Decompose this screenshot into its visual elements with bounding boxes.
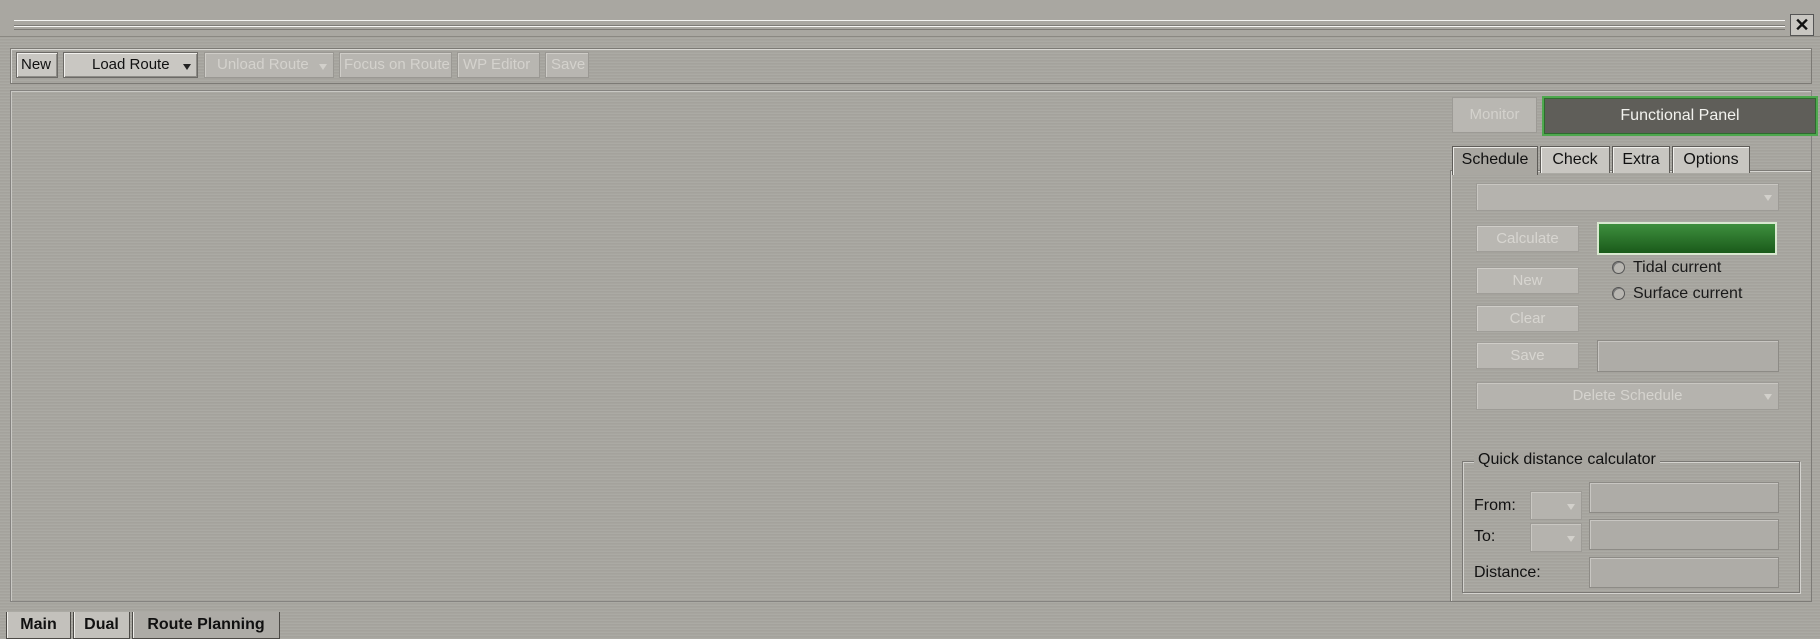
chevron-down-icon <box>319 64 327 70</box>
radio-icon <box>1612 261 1625 275</box>
drag-grip-lower <box>14 26 1785 30</box>
focus-on-route-button[interactable]: Focus on Route <box>339 52 452 78</box>
title-bar[interactable]: ✕ <box>0 0 1820 37</box>
from-label: From: <box>1474 497 1516 514</box>
route-toolbar: New Load Route Unload Route Focus on Rou… <box>10 48 1812 84</box>
new-schedule-button[interactable]: New <box>1476 267 1579 294</box>
from-waypoint-select[interactable] <box>1530 491 1582 520</box>
tab-schedule[interactable]: Schedule <box>1452 146 1538 175</box>
tab-route-planning[interactable]: Route Planning <box>132 612 280 639</box>
chevron-down-icon <box>1764 394 1772 400</box>
to-label: To: <box>1474 528 1496 545</box>
functional-panel-button[interactable]: Functional Panel <box>1542 96 1818 136</box>
monitor-button[interactable]: Monitor <box>1452 97 1537 133</box>
wp-editor-button[interactable]: WP Editor <box>457 52 540 78</box>
to-value-field[interactable] <box>1589 519 1779 550</box>
schedule-select[interactable] <box>1476 183 1779 211</box>
delete-schedule-dropdown[interactable]: Delete Schedule <box>1476 382 1779 410</box>
route-planning-window: ✕ New Load Route Unload Route Focus on R… <box>0 0 1820 639</box>
chevron-down-icon <box>183 64 191 70</box>
surface-current-option[interactable]: Surface current <box>1612 285 1742 303</box>
to-waypoint-select[interactable] <box>1530 523 1582 552</box>
unload-route-label: Unload Route <box>217 56 309 73</box>
chevron-down-icon <box>1567 536 1575 542</box>
bottom-tab-bar: Main Dual Route Planning <box>0 612 1820 639</box>
tidal-current-option[interactable]: Tidal current <box>1612 259 1721 277</box>
calculate-button[interactable]: Calculate <box>1476 225 1579 252</box>
new-route-button[interactable]: New <box>16 52 58 78</box>
save-route-button[interactable]: Save <box>545 52 589 78</box>
tidal-current-label: Tidal current <box>1633 259 1722 276</box>
tab-extra[interactable]: Extra <box>1612 146 1670 173</box>
calculation-status-indicator <box>1597 222 1777 255</box>
from-value-field[interactable] <box>1589 482 1779 513</box>
clear-schedule-button[interactable]: Clear <box>1476 305 1579 332</box>
distance-value-field <box>1589 557 1779 588</box>
delete-schedule-label: Delete Schedule <box>1572 387 1683 404</box>
quick-distance-title: Quick distance calculator <box>1474 450 1660 470</box>
unload-route-dropdown[interactable]: Unload Route <box>204 52 334 78</box>
load-route-label: Load Route <box>92 56 170 73</box>
chevron-down-icon <box>1567 504 1575 510</box>
save-schedule-button[interactable]: Save <box>1476 342 1579 369</box>
chevron-down-icon <box>1764 195 1772 201</box>
surface-current-label: Surface current <box>1633 285 1743 302</box>
tab-main[interactable]: Main <box>6 612 71 639</box>
load-route-dropdown[interactable]: Load Route <box>63 52 198 78</box>
tab-dual[interactable]: Dual <box>73 612 130 639</box>
schedule-name-field[interactable] <box>1597 340 1779 372</box>
distance-label: Distance: <box>1474 564 1541 581</box>
close-icon[interactable]: ✕ <box>1790 14 1814 36</box>
tab-check[interactable]: Check <box>1540 146 1610 173</box>
tab-options[interactable]: Options <box>1672 146 1750 173</box>
radio-icon <box>1612 287 1625 301</box>
